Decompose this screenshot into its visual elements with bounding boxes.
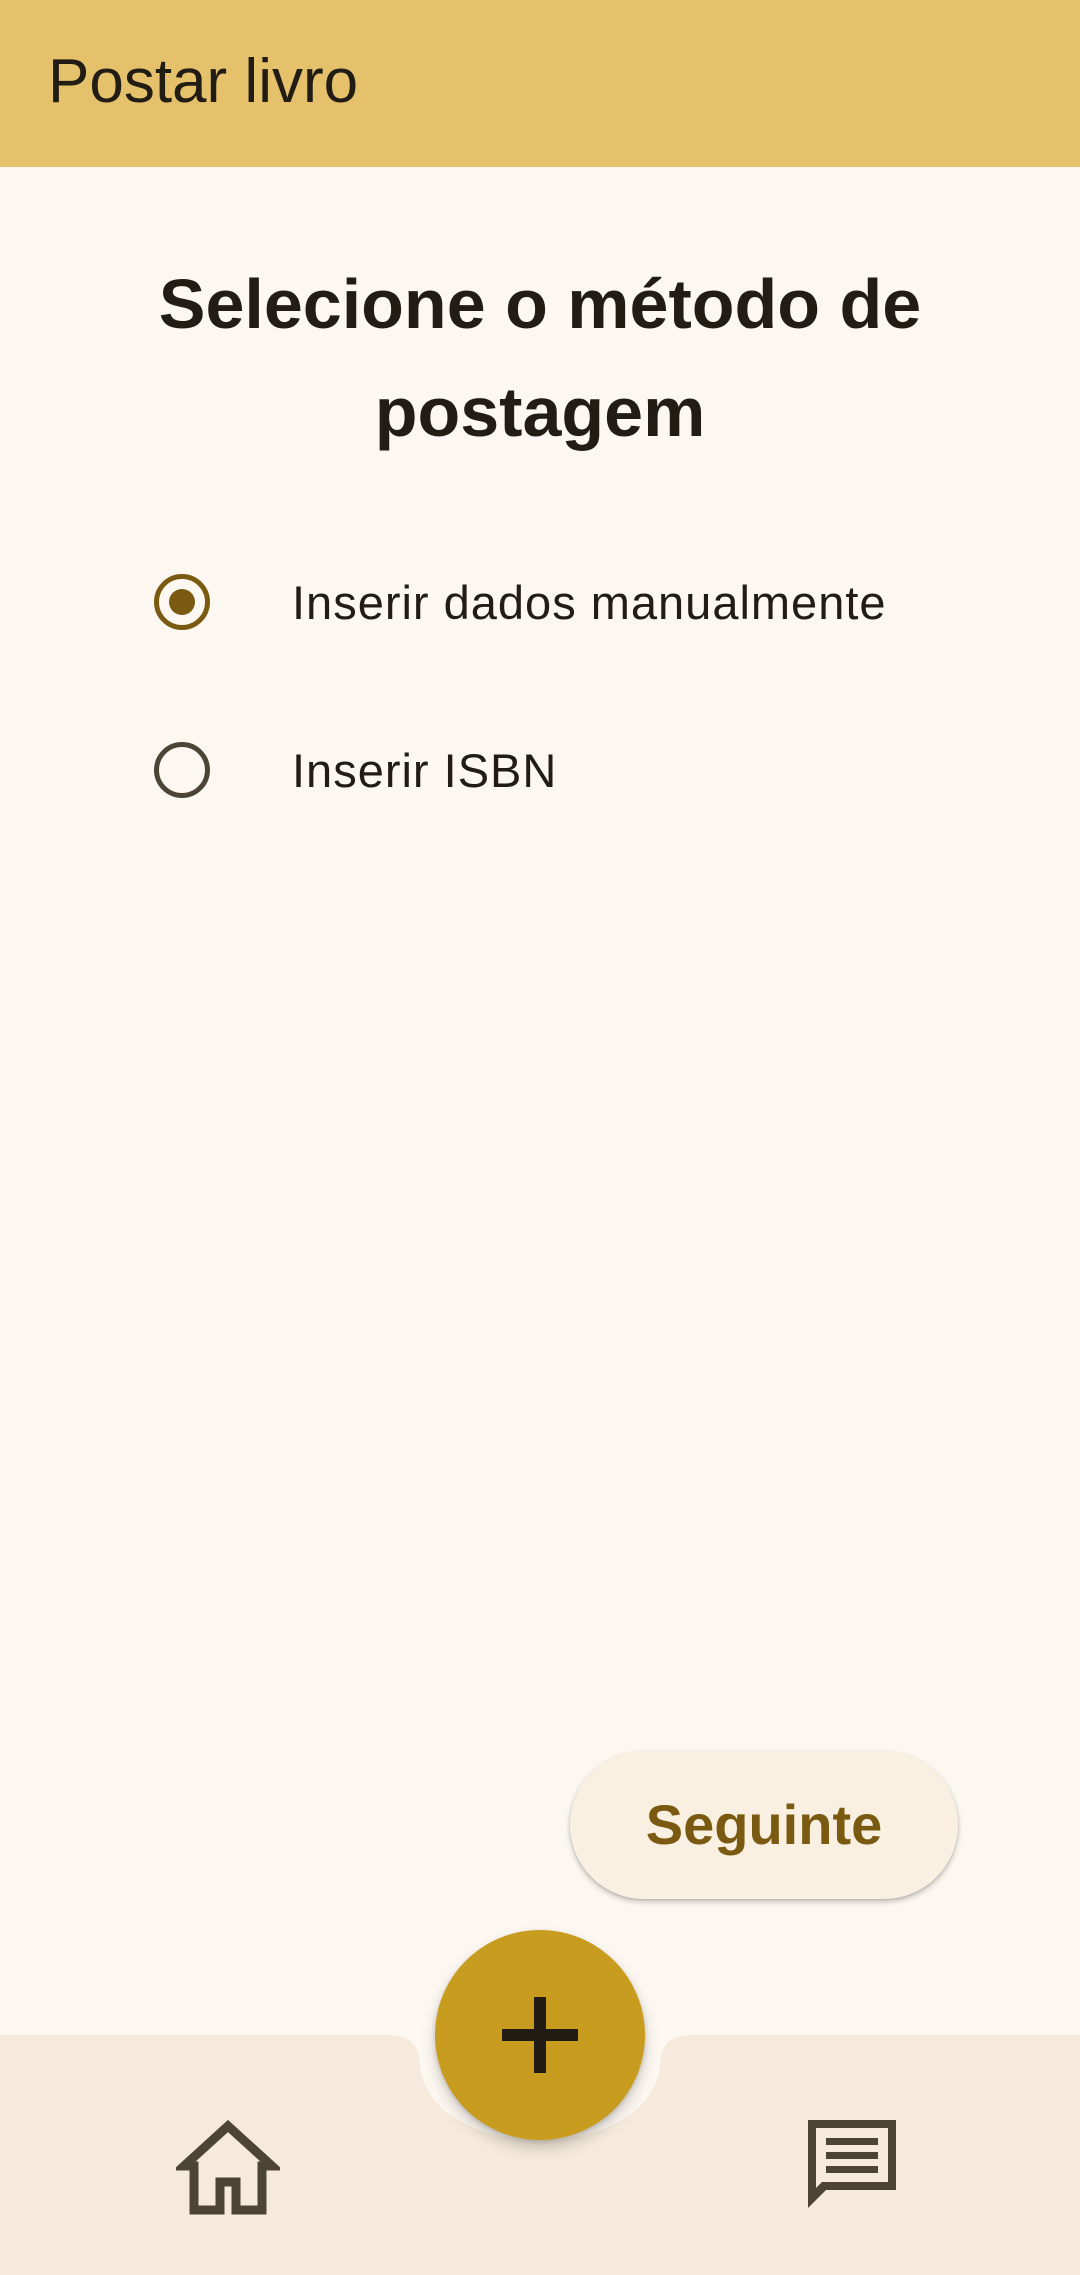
radio-selected-dot: [169, 589, 195, 615]
add-icon: [502, 1997, 578, 2073]
post-book-screen: Postar livro Selecione o método de posta…: [0, 0, 1080, 2275]
radio-option-label: Inserir ISBN: [292, 744, 558, 797]
add-book-fab[interactable]: [435, 1930, 645, 2140]
app-bar-title: Postar livro: [48, 47, 359, 116]
radio-button-checked[interactable]: [154, 574, 210, 630]
next-button[interactable]: Seguinte: [570, 1751, 958, 1899]
radio-button-unchecked[interactable]: [154, 742, 210, 798]
radio-option-isbn[interactable]: Inserir ISBN: [140, 715, 960, 825]
page-title: Selecione o método de postagem: [158, 265, 922, 451]
radio-option-manual[interactable]: Inserir dados manualmente: [140, 547, 960, 657]
chat-icon[interactable]: [800, 2112, 904, 2216]
app-bar: Postar livro: [0, 0, 1080, 167]
home-icon[interactable]: [172, 2116, 284, 2220]
radio-option-label: Inserir dados manualmente: [292, 576, 887, 629]
